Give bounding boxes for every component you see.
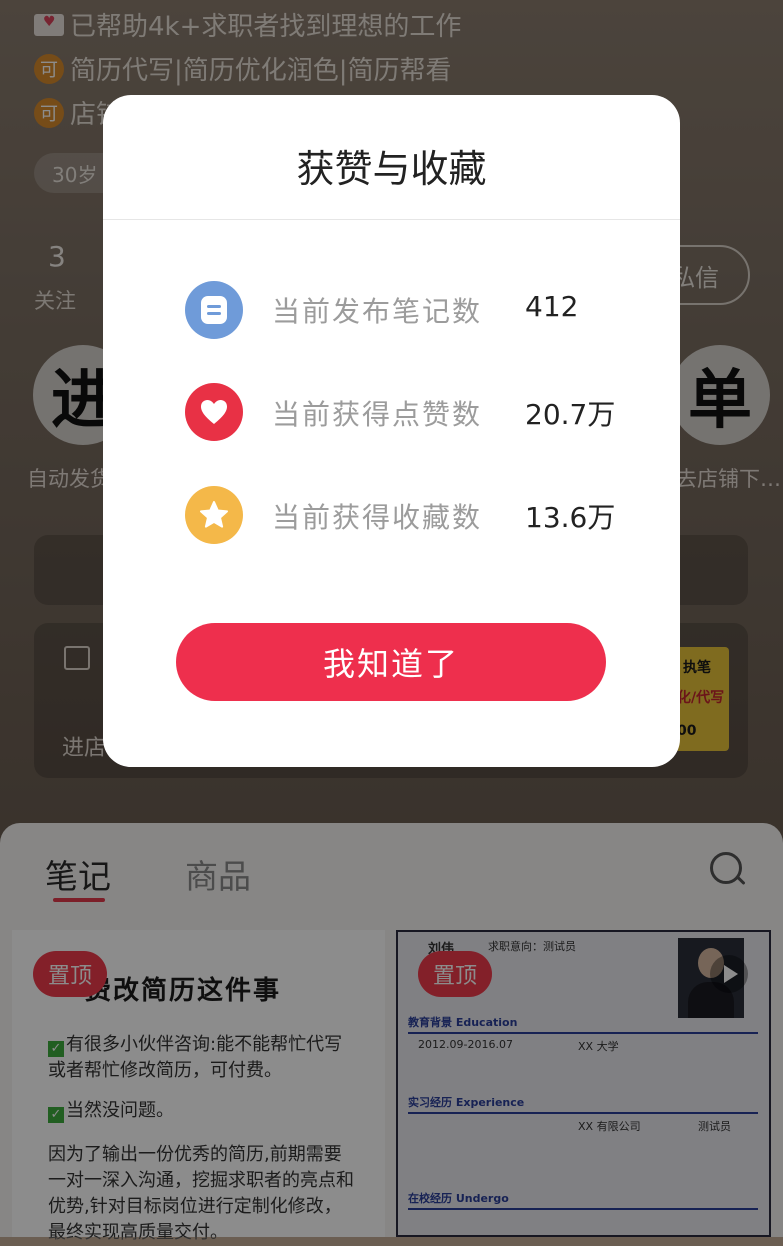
collections-count-value: 13.6万 [525,501,616,534]
likes-count-value: 20.7万 [525,398,616,431]
modal-title: 获赞与收藏 [296,147,487,191]
note-icon [185,281,243,339]
modal-divider [103,219,680,220]
collections-count-label: 当前获得收藏数 [272,501,483,534]
star-icon [185,486,243,544]
notes-count-value: 412 [525,290,579,323]
likes-count-label: 当前获得点赞数 [272,398,483,431]
notes-count-label: 当前发布笔记数 [272,295,483,328]
heart-icon [185,383,243,441]
confirm-button[interactable]: 我知道了 [176,623,606,701]
